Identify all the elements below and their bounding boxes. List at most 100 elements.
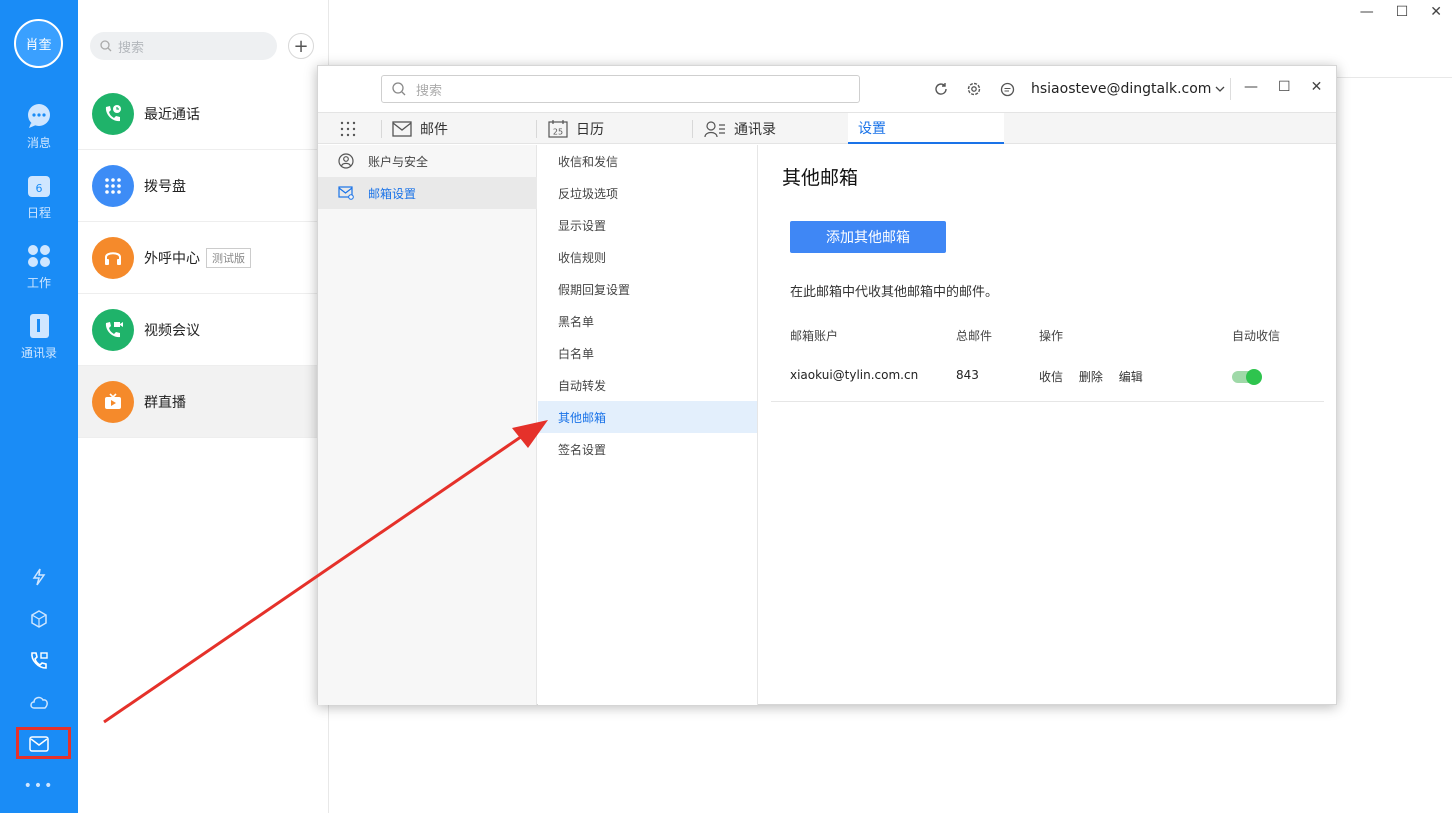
chevron-down-icon (1215, 86, 1225, 92)
menu-item-other-mailbox[interactable]: 其他邮箱 (538, 401, 757, 433)
avatar[interactable]: 肖奎 (14, 19, 63, 68)
rail-item-label: 通讯录 (20, 346, 57, 360)
list-item-label: 最近通话 (144, 106, 200, 123)
ding-icon[interactable] (24, 562, 54, 592)
rail-item-messages[interactable]: 消息 (0, 102, 78, 151)
menu-item[interactable]: 白名单 (538, 337, 757, 369)
rail-item-label: 日程 (26, 206, 51, 220)
category-mailbox-settings[interactable]: 邮箱设置 (318, 177, 537, 209)
envelope-icon (392, 120, 412, 137)
calendar-day: 6 (36, 182, 43, 195)
category-label: 账户与安全 (368, 154, 429, 169)
add-button[interactable]: + (288, 33, 314, 59)
list-item-label: 外呼中心 (144, 250, 200, 267)
table-row-divider (771, 401, 1324, 402)
list-item-video-meeting[interactable]: 视频会议 (78, 294, 329, 366)
maximize-button[interactable]: ☐ (1278, 79, 1291, 95)
search-input[interactable]: 搜索 (90, 32, 277, 60)
column-header-account: 邮箱账户 (790, 329, 839, 343)
annotation-highlight-box (16, 727, 71, 759)
edit-link[interactable]: 编辑 (1119, 370, 1143, 384)
tab-label: 通讯录 (734, 121, 776, 138)
live-tv-icon (92, 380, 134, 423)
receive-link[interactable]: 收信 (1039, 370, 1063, 384)
contacts-book-icon (30, 314, 49, 338)
tab-label: 日历 (576, 121, 604, 138)
search-placeholder: 搜索 (416, 83, 443, 99)
gear-icon[interactable] (963, 78, 985, 100)
mail-window-controls: — ☐ ✕ (1244, 79, 1322, 95)
list-item-label: 群直播 (144, 394, 186, 411)
tab-label: 邮件 (420, 121, 448, 138)
recent-calls-icon (92, 92, 134, 135)
search-icon (100, 40, 112, 52)
minimize-button[interactable]: — (1360, 4, 1374, 20)
dialpad-icon (92, 164, 134, 207)
apps-grid-icon[interactable] (340, 121, 356, 137)
list-item-label: 拨号盘 (144, 178, 186, 195)
tab-contacts[interactable]: 通讯录 (704, 113, 776, 144)
column-header-auto: 自动收信 (1232, 329, 1281, 343)
calendar-day: 25 (553, 127, 563, 136)
cell-actions: 收信 删除 编辑 (1039, 368, 1155, 385)
menu-item[interactable]: 自动转发 (538, 369, 757, 401)
list-item-dialpad[interactable]: 拨号盘 (78, 150, 329, 222)
rail-item-contacts[interactable]: 通讯录 (0, 312, 78, 361)
refresh-icon[interactable] (930, 78, 952, 100)
list-item-label: 视频会议 (144, 322, 200, 339)
cell-total: 843 (956, 368, 979, 382)
tab-mail[interactable]: 邮件 (392, 113, 448, 144)
add-other-mailbox-button[interactable]: 添加其他邮箱 (790, 221, 946, 253)
cube-icon[interactable] (24, 604, 54, 634)
phone-video-icon[interactable] (24, 646, 54, 676)
cell-account: xiaokui@tylin.com.cn (790, 368, 919, 382)
menu-item[interactable]: 收信和发信 (538, 145, 757, 177)
mail-gear-icon (338, 186, 354, 200)
mail-search-input[interactable]: 搜索 (381, 75, 860, 103)
calendar-icon: 6 (28, 176, 50, 197)
tab-divider (536, 120, 537, 138)
rail-item-label: 消息 (26, 136, 51, 150)
mail-toolbar: hsiaosteve@dingtalk.com (930, 78, 1225, 100)
menu-item[interactable]: 假期回复设置 (538, 273, 757, 305)
cloud-icon[interactable] (24, 688, 54, 718)
main-window-controls: — ☐ ✕ (1360, 4, 1442, 20)
mailbox-settings-menu: 收信和发信 反垃圾选项 显示设置 收信规则 假期回复设置 黑名单 白名单 自动转… (538, 145, 758, 705)
account-dropdown[interactable]: hsiaosteve@dingtalk.com (1031, 81, 1225, 97)
tab-calendar[interactable]: 25 日历 (548, 113, 604, 144)
description-text: 在此邮箱中代收其他邮箱中的邮件。 (790, 285, 999, 300)
menu-item[interactable]: 反垃圾选项 (538, 177, 757, 209)
settings-category-list: 账户与安全 邮箱设置 (318, 145, 537, 705)
menu-item[interactable]: 显示设置 (538, 209, 757, 241)
column-header-action: 操作 (1039, 329, 1064, 343)
rail-item-calendar[interactable]: 6 日程 (0, 172, 78, 221)
list-item-recent-calls[interactable]: 最近通话 (78, 78, 329, 150)
headset-icon (92, 236, 134, 279)
minimize-button[interactable]: — (1244, 79, 1258, 95)
auto-receive-toggle[interactable] (1232, 369, 1262, 385)
calendar-icon: 25 (548, 119, 568, 138)
close-button[interactable]: ✕ (1311, 79, 1323, 95)
delete-link[interactable]: 删除 (1079, 370, 1103, 384)
tab-settings[interactable]: 设置 (848, 113, 1004, 144)
search-placeholder: 搜索 (118, 40, 145, 56)
rail-item-work[interactable]: 工作 (0, 242, 78, 291)
category-label: 邮箱设置 (368, 186, 417, 201)
rail-item-label: 工作 (26, 276, 51, 290)
left-nav-rail: 肖奎 消息 6 日程 工作 通讯录 ••• (0, 0, 78, 813)
list-item-callout-center[interactable]: 外呼中心 测试版 (78, 222, 329, 294)
tab-divider (692, 120, 693, 138)
menu-item[interactable]: 签名设置 (538, 433, 757, 465)
other-mailbox-content: 其他邮箱 添加其他邮箱 在此邮箱中代收其他邮箱中的邮件。 邮箱账户 总邮件 操作… (759, 145, 1336, 705)
menu-item[interactable]: 收信规则 (538, 241, 757, 273)
category-account-security[interactable]: 账户与安全 (318, 145, 537, 177)
user-circle-icon (338, 153, 354, 169)
tab-label: 设置 (858, 120, 886, 137)
chat-bubble-icon[interactable] (996, 78, 1018, 100)
more-icon[interactable]: ••• (0, 778, 78, 794)
call-list-panel: 搜索 + 最近通话 拨号盘 外呼中心 测试版 视频会议 群直播 (78, 0, 329, 813)
maximize-button[interactable]: ☐ (1396, 4, 1409, 20)
menu-item[interactable]: 黑名单 (538, 305, 757, 337)
list-item-group-live[interactable]: 群直播 (78, 366, 329, 438)
close-button[interactable]: ✕ (1430, 4, 1442, 20)
